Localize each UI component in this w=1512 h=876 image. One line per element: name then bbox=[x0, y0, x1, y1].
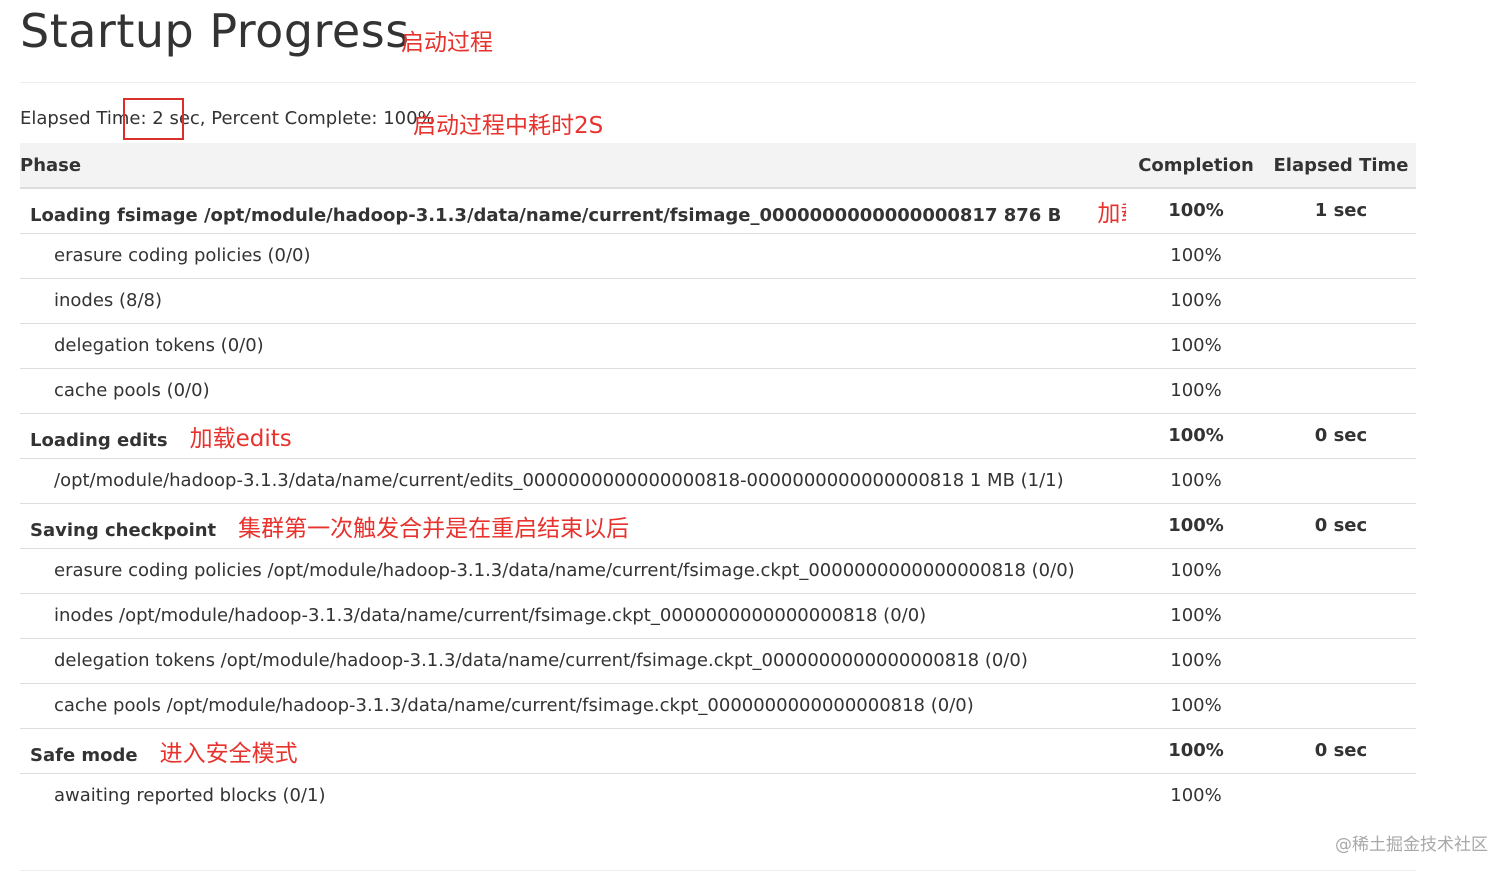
step-name-cell: erasure coding policies /opt/module/hado… bbox=[20, 548, 1126, 594]
step-name: erasure coding policies (0/0) bbox=[54, 245, 311, 266]
watermark: @稀土掘金技术社区 bbox=[1335, 835, 1488, 855]
completion-cell: 100% bbox=[1126, 458, 1266, 504]
step-name: delegation tokens /opt/module/hadoop-3.1… bbox=[54, 650, 1028, 671]
phase-name-cell: Loading fsimage /opt/module/hadoop-3.1.3… bbox=[20, 188, 1126, 234]
completion-cell: 100% bbox=[1126, 413, 1266, 459]
phase-annotation: 加载edits bbox=[189, 425, 292, 452]
step-row: delegation tokens /opt/module/hadoop-3.1… bbox=[20, 638, 1416, 684]
step-name-cell: cache pools /opt/module/hadoop-3.1.3/dat… bbox=[20, 683, 1126, 729]
elapsed-time-cell: 0 sec bbox=[1266, 503, 1416, 549]
startup-summary: Elapsed Time: 2 sec, Percent Complete: 1… bbox=[20, 108, 435, 129]
step-name: inodes (8/8) bbox=[54, 290, 163, 311]
step-row: erasure coding policies /opt/module/hado… bbox=[20, 548, 1416, 594]
step-name-cell: delegation tokens (0/0) bbox=[20, 323, 1126, 369]
phase-name: Loading fsimage /opt/module/hadoop-3.1.3… bbox=[30, 204, 1062, 226]
phase-name-cell: Safe mode 进入安全模式 bbox=[20, 728, 1126, 774]
table-header-row: Phase Completion Elapsed Time bbox=[20, 143, 1416, 189]
elapsed-highlight-box bbox=[123, 98, 184, 140]
step-name: delegation tokens (0/0) bbox=[54, 335, 264, 356]
step-row: delegation tokens (0/0) 100% bbox=[20, 323, 1416, 369]
step-row: erasure coding policies (0/0) 100% bbox=[20, 233, 1416, 279]
page-title: Startup Progress bbox=[20, 4, 410, 58]
phase-name: Safe mode bbox=[30, 744, 138, 766]
completion-cell: 100% bbox=[1126, 728, 1266, 774]
elapsed-time-cell bbox=[1266, 323, 1416, 369]
elapsed-time-cell bbox=[1266, 548, 1416, 594]
phase-name-cell: Loading edits 加载edits bbox=[20, 413, 1126, 459]
completion-cell: 100% bbox=[1126, 188, 1266, 234]
step-name-cell: delegation tokens /opt/module/hadoop-3.1… bbox=[20, 638, 1126, 684]
step-name-cell: /opt/module/hadoop-3.1.3/data/name/curre… bbox=[20, 458, 1126, 504]
step-row: inodes /opt/module/hadoop-3.1.3/data/nam… bbox=[20, 593, 1416, 639]
completion-cell: 100% bbox=[1126, 593, 1266, 639]
elapsed-time-cell: 1 sec bbox=[1266, 188, 1416, 234]
step-row: cache pools /opt/module/hadoop-3.1.3/dat… bbox=[20, 683, 1416, 729]
phase-annotation: 集群第一次触发合并是在重启结束以后 bbox=[238, 515, 630, 542]
step-row: inodes (8/8) 100% bbox=[20, 278, 1416, 324]
elapsed-time-cell: 0 sec bbox=[1266, 413, 1416, 459]
elapsed-annotation: 启动过程中耗时2S bbox=[413, 113, 604, 139]
elapsed-time-cell bbox=[1266, 638, 1416, 684]
elapsed-time-cell bbox=[1266, 593, 1416, 639]
title-annotation: 启动过程 bbox=[401, 30, 493, 56]
phase-annotation: 进入安全模式 bbox=[159, 740, 298, 767]
header-divider bbox=[20, 82, 1416, 83]
step-row: awaiting reported blocks (0/1) 100% bbox=[20, 773, 1416, 818]
step-name-cell: erasure coding policies (0/0) bbox=[20, 233, 1126, 279]
step-name: cache pools (0/0) bbox=[54, 380, 210, 401]
phase-annotation: 加载fsimage bbox=[1097, 200, 1126, 227]
step-row: cache pools (0/0) 100% bbox=[20, 368, 1416, 414]
step-name: awaiting reported blocks (0/1) bbox=[54, 785, 326, 807]
header-completion: Completion bbox=[1126, 143, 1266, 189]
completion-cell: 100% bbox=[1126, 233, 1266, 279]
phase-row: Loading fsimage /opt/module/hadoop-3.1.3… bbox=[20, 188, 1416, 234]
completion-cell: 100% bbox=[1170, 785, 1222, 807]
header-phase: Phase bbox=[20, 143, 1126, 189]
completion-cell: 100% bbox=[1126, 368, 1266, 414]
phase-name: Loading edits bbox=[30, 429, 168, 451]
elapsed-time-cell bbox=[1266, 368, 1416, 414]
step-name-cell: inodes /opt/module/hadoop-3.1.3/data/nam… bbox=[20, 593, 1126, 639]
elapsed-time-cell bbox=[1266, 278, 1416, 324]
phase-name: Saving checkpoint bbox=[30, 519, 217, 541]
header-elapsed-time: Elapsed Time bbox=[1266, 143, 1416, 189]
step-row: /opt/module/hadoop-3.1.3/data/name/curre… bbox=[20, 458, 1416, 504]
step-name-cell: cache pools (0/0) bbox=[20, 368, 1126, 414]
elapsed-time-cell bbox=[1266, 683, 1416, 729]
elapsed-time-cell bbox=[1266, 458, 1416, 504]
step-name: inodes /opt/module/hadoop-3.1.3/data/nam… bbox=[54, 605, 927, 626]
elapsed-time-cell bbox=[1266, 773, 1416, 818]
completion-cell: 100% bbox=[1126, 278, 1266, 324]
completion-cell: 100% bbox=[1126, 548, 1266, 594]
startup-progress-table: Phase Completion Elapsed Time Loading fs… bbox=[20, 143, 1416, 818]
step-name: cache pools /opt/module/hadoop-3.1.3/dat… bbox=[54, 695, 974, 716]
step-name-cell: awaiting reported blocks (0/1) bbox=[20, 773, 1126, 818]
completion-cell: 100% bbox=[1126, 683, 1266, 729]
phase-name-cell: Saving checkpoint 集群第一次触发合并是在重启结束以后 bbox=[20, 503, 1126, 549]
step-name: /opt/module/hadoop-3.1.3/data/name/curre… bbox=[54, 470, 1064, 491]
elapsed-time-cell bbox=[1266, 233, 1416, 279]
elapsed-time-cell: 0 sec bbox=[1266, 728, 1416, 774]
phase-row: Loading edits 加载edits 100% 0 sec bbox=[20, 413, 1416, 459]
step-name: erasure coding policies /opt/module/hado… bbox=[54, 560, 1075, 581]
footer-divider bbox=[20, 870, 1416, 871]
completion-cell: 100% bbox=[1126, 503, 1266, 549]
step-name-cell: inodes (8/8) bbox=[20, 278, 1126, 324]
completion-cell: 100% bbox=[1126, 323, 1266, 369]
completion-cell: 100% bbox=[1126, 638, 1266, 684]
phase-row: Saving checkpoint 集群第一次触发合并是在重启结束以后 100% 0 … bbox=[20, 503, 1416, 549]
phase-row: Safe mode 进入安全模式 100% 0 sec bbox=[20, 728, 1416, 774]
